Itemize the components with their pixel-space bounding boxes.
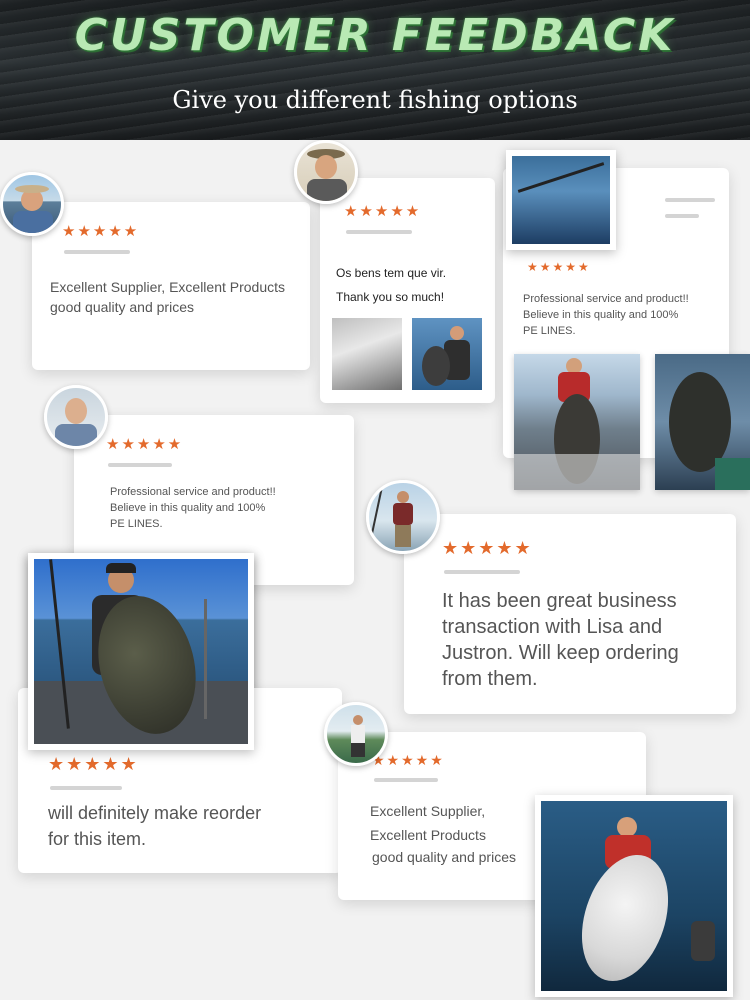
review-text-line: Os bens tem que vir. bbox=[336, 266, 447, 280]
rating-stars: ★★★★★ bbox=[344, 203, 422, 220]
reviewer-avatar bbox=[0, 172, 64, 236]
review-photo bbox=[655, 354, 750, 490]
divider-bar bbox=[346, 230, 412, 234]
reviewer-avatar bbox=[324, 702, 388, 766]
review-text-line: Professional service and product!! bbox=[523, 293, 689, 305]
reviewer-avatar bbox=[294, 140, 358, 204]
review-photo bbox=[28, 553, 254, 750]
review-photo bbox=[506, 150, 616, 250]
rating-stars: ★★★★★ bbox=[62, 223, 140, 240]
header-banner: CUSTOMER FEEDBACK Give you different fis… bbox=[0, 0, 750, 140]
divider-bar bbox=[444, 570, 520, 574]
review-text-line: PE LINES. bbox=[110, 518, 163, 530]
review-photo bbox=[514, 354, 640, 490]
divider-bar bbox=[64, 250, 130, 254]
divider-bar bbox=[374, 778, 438, 782]
rating-stars: ★★★★★ bbox=[106, 436, 184, 453]
review-text-line: Excellent Supplier, bbox=[370, 803, 486, 819]
review-text-line: good quality and prices bbox=[50, 299, 194, 315]
reviewer-avatar bbox=[366, 480, 440, 554]
review-text-line: from them. bbox=[442, 668, 538, 690]
review-card-1: ★★★★★ Excellent Supplier, Excellent Prod… bbox=[32, 202, 310, 370]
review-text-line: transaction with Lisa and bbox=[442, 616, 663, 638]
review-text-line: Thank you so much! bbox=[336, 290, 445, 304]
rating-stars: ★★★★★ bbox=[48, 754, 139, 774]
review-text-line: Excellent Supplier, Excellent Products bbox=[50, 279, 286, 295]
divider-bar bbox=[50, 786, 122, 790]
divider-bar bbox=[665, 214, 699, 218]
rating-stars: ★★★★★ bbox=[527, 260, 591, 274]
divider-bar bbox=[108, 463, 172, 467]
review-card-5: ★★★★★ It has been great business transac… bbox=[404, 514, 736, 714]
review-text-line: Believe in this quality and 100% bbox=[110, 502, 266, 514]
review-text-line: will definitely make reorder bbox=[48, 803, 262, 823]
review-text-line: PE LINES. bbox=[523, 325, 576, 337]
page-subtitle: Give you different fishing options bbox=[172, 86, 578, 114]
review-photo bbox=[332, 318, 402, 390]
review-photo bbox=[412, 318, 482, 390]
reviewer-avatar bbox=[44, 385, 108, 449]
review-text-line: It has been great business bbox=[442, 590, 677, 612]
review-text-line: for this item. bbox=[48, 829, 147, 849]
review-text-line: Professional service and product!! bbox=[110, 486, 276, 498]
review-text-line: Believe in this quality and 100% bbox=[523, 309, 679, 321]
rating-stars: ★★★★★ bbox=[442, 538, 533, 558]
review-text-line: good quality and prices bbox=[372, 849, 516, 865]
review-text-line: Excellent Products bbox=[370, 827, 486, 843]
review-text-line: Justron. Will keep ordering bbox=[442, 642, 679, 664]
review-photo bbox=[535, 795, 733, 997]
rating-stars: ★★★★★ bbox=[372, 752, 445, 768]
page-title: CUSTOMER FEEDBACK bbox=[74, 10, 676, 61]
divider-bar bbox=[665, 198, 715, 202]
review-card-2: ★★★★★ Os bens tem que vir. Thank you so … bbox=[320, 178, 495, 403]
